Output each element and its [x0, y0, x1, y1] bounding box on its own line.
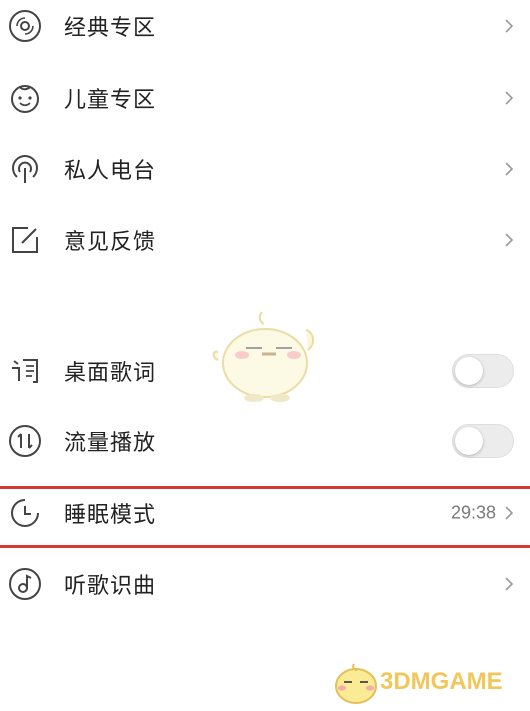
menu-item-label: 儿童专区 [64, 88, 157, 113]
menu-item-label: 私人电台 [64, 159, 157, 184]
music-note-icon [8, 567, 42, 601]
chevron-right-icon [502, 89, 516, 107]
toggle-knob [455, 357, 483, 385]
desktop-lyrics-toggle[interactable] [452, 354, 514, 388]
setting-desktop-lyrics: 桌面歌词 [0, 339, 530, 403]
toggle-knob [455, 427, 483, 455]
edit-feedback-icon [8, 223, 42, 257]
setting-label: 睡眠模式 [64, 503, 157, 528]
baby-face-icon [8, 81, 42, 115]
chevron-right-icon [502, 504, 516, 522]
setting-song-recognition[interactable]: 听歌识曲 [0, 552, 530, 616]
site-watermark: 3DMGAME [332, 656, 524, 708]
menu-item-label: 经典专区 [64, 16, 157, 41]
menu-item-private-radio[interactable]: 私人电台 [0, 137, 530, 201]
radio-tower-icon [8, 152, 42, 186]
chevron-right-icon [502, 575, 516, 593]
setting-sleep-mode[interactable]: 睡眠模式 29:38 [0, 481, 530, 545]
data-play-toggle[interactable] [452, 424, 514, 458]
chevron-right-icon [502, 231, 516, 249]
clock-icon [8, 496, 42, 530]
vinyl-disc-icon [8, 9, 42, 43]
setting-label: 流量播放 [64, 431, 157, 456]
setting-label: 听歌识曲 [64, 574, 157, 599]
setting-label: 桌面歌词 [64, 361, 157, 386]
highlight-bottom-border [0, 545, 530, 548]
watermark-text: 3DMGAME [380, 668, 503, 695]
menu-item-classics[interactable]: 经典专区 [0, 0, 530, 58]
menu-item-feedback[interactable]: 意见反馈 [0, 208, 530, 272]
menu-item-label: 意见反馈 [64, 230, 157, 255]
setting-data-play: 流量播放 [0, 409, 530, 473]
chevron-right-icon [502, 160, 516, 178]
menu-item-kids[interactable]: 儿童专区 [0, 66, 530, 130]
chevron-right-icon [502, 17, 516, 35]
sort-arrows-icon [8, 424, 42, 458]
sleep-timer-value: 29:38 [450, 502, 496, 523]
chick-logo-icon [335, 663, 377, 704]
lyrics-text-icon [8, 354, 42, 388]
